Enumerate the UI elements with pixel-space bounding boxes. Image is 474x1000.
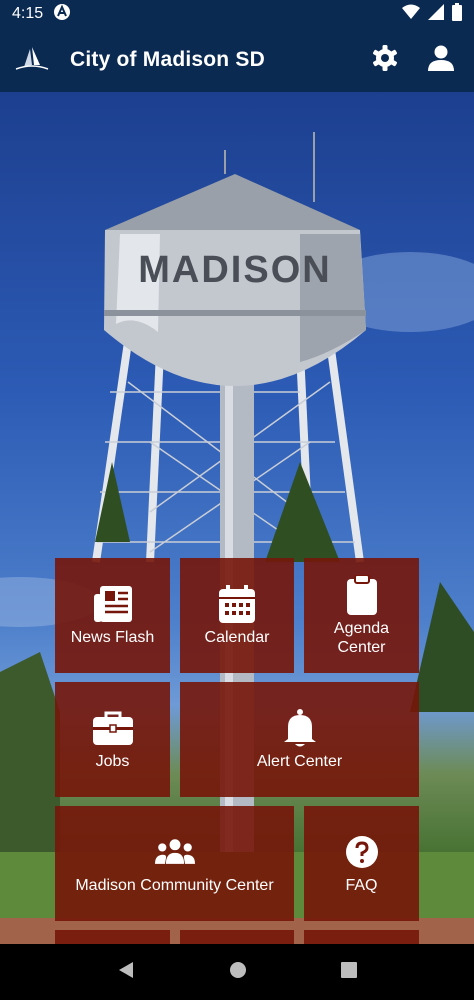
tile-calendar[interactable]: Calendar	[180, 558, 294, 673]
tile-partial[interactable]	[55, 930, 170, 944]
tile-label: Calendar	[204, 629, 270, 646]
tile-label: Madison Community Center	[75, 877, 274, 894]
tile-label: Jobs	[95, 753, 130, 770]
tile-news-flash[interactable]: News Flash	[55, 558, 170, 673]
tile-agenda-center[interactable]: Agenda Center	[304, 558, 419, 673]
app-bar: City of Madison SD	[0, 28, 474, 92]
bell-icon	[280, 708, 320, 748]
status-bar: 4:15	[0, 0, 474, 28]
settings-gear-icon[interactable]	[372, 44, 398, 76]
briefcase-icon	[92, 708, 133, 748]
calendar-icon	[217, 584, 257, 624]
app-notification-icon	[53, 3, 71, 26]
back-icon[interactable]	[117, 961, 135, 984]
system-nav-bar	[0, 944, 474, 1000]
battery-icon	[452, 2, 462, 26]
tile-madison-community-center[interactable]: Madison Community Center	[55, 806, 294, 921]
app-title: City of Madison SD	[70, 48, 265, 71]
tile-partial[interactable]	[304, 930, 419, 944]
tile-faq[interactable]: FAQ	[304, 806, 419, 921]
people-icon	[154, 832, 195, 872]
wifi-icon	[402, 4, 420, 25]
tile-label: Agenda Center	[333, 619, 390, 656]
newspaper-icon	[93, 584, 133, 624]
tile-label: News Flash	[70, 629, 155, 646]
tile-label: Alert Center	[256, 753, 343, 770]
recents-icon[interactable]	[341, 961, 357, 983]
clipboard-icon	[342, 574, 382, 615]
signal-icon	[428, 3, 444, 25]
tile-alert-center[interactable]: Alert Center	[180, 682, 419, 797]
tile-label: FAQ	[345, 877, 378, 894]
status-time: 4:15	[12, 5, 44, 22]
city-logo-icon	[14, 45, 50, 75]
tile-partial[interactable]	[180, 930, 294, 944]
tile-jobs[interactable]: Jobs	[55, 682, 170, 797]
tower-lettering: MADISON	[138, 249, 331, 291]
question-icon	[342, 832, 382, 872]
account-person-icon[interactable]	[428, 45, 454, 76]
home-icon[interactable]	[229, 961, 247, 984]
